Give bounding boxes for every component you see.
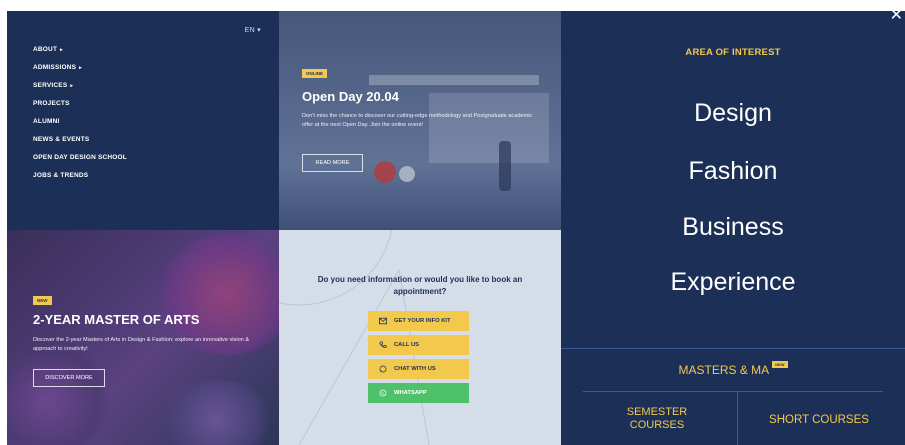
new-badge: NEW: [33, 296, 52, 305]
nav-item-open-day[interactable]: OPEN DAY DESIGN SCHOOL: [33, 149, 127, 167]
read-more-button[interactable]: READ MORE: [302, 154, 363, 172]
online-badge: ONLINE: [302, 69, 328, 78]
language-selector[interactable]: EN ▾: [245, 26, 261, 34]
background-decor: [7, 340, 107, 445]
chat-with-us-button[interactable]: CHAT WITH US: [368, 359, 469, 379]
contact-panel: Do you need information or would you lik…: [279, 230, 561, 445]
discover-more-button[interactable]: DISCOVER MORE: [33, 369, 105, 387]
background-decor: [157, 380, 277, 445]
short-courses-link[interactable]: SHORT COURSES: [757, 414, 881, 426]
chevron-right-icon: ▸: [70, 83, 74, 89]
get-info-kit-button[interactable]: GET YOUR INFO KIT: [368, 311, 469, 331]
open-day-title: Open Day 20.04: [302, 89, 399, 104]
area-link-business[interactable]: Business: [561, 213, 905, 242]
mail-icon: [379, 317, 387, 325]
call-us-button[interactable]: CALL US: [368, 335, 469, 355]
phone-icon: [379, 341, 387, 348]
divider: [561, 348, 905, 349]
open-day-card[interactable]: ONLINE Open Day 20.04 Don't miss the cha…: [279, 11, 561, 230]
area-of-interest-panel: ✕ AREA OF INTEREST Design Fashion Busine…: [561, 8, 905, 445]
nav-item-alumni[interactable]: ALUMNI: [33, 113, 127, 131]
nav-item-projects[interactable]: PROJECTS: [33, 95, 127, 113]
close-icon[interactable]: ✕: [890, 8, 903, 24]
masters-link[interactable]: MASTERS & MA NEW: [561, 361, 905, 377]
background-figure: [499, 141, 511, 191]
chevron-down-icon: ▾: [257, 27, 261, 34]
nav-item-admissions[interactable]: ADMISSIONS ▸: [33, 59, 127, 77]
nav-item-jobs-trends[interactable]: JOBS & TRENDS: [33, 167, 127, 185]
divider: [737, 392, 738, 445]
open-day-description: Don't miss the chance to discover our cu…: [302, 113, 533, 128]
background-decor: [399, 166, 415, 182]
background-shelf: [369, 75, 539, 85]
divider: [583, 391, 883, 392]
area-link-experience[interactable]: Experience: [561, 268, 905, 297]
chevron-right-icon: ▸: [60, 47, 63, 53]
area-link-design[interactable]: Design: [561, 99, 905, 128]
master-title: 2-YEAR MASTER OF ARTS: [33, 312, 200, 327]
chat-icon: [379, 365, 387, 373]
area-of-interest-heading: AREA OF INTEREST: [685, 47, 781, 58]
whatsapp-button[interactable]: WHATSAPP: [368, 383, 469, 403]
nav-item-news-events[interactable]: NEWS & EVENTS: [33, 131, 127, 149]
area-link-fashion[interactable]: Fashion: [561, 157, 905, 186]
nav-item-services[interactable]: SERVICES ▸: [33, 77, 127, 95]
whatsapp-icon: [379, 389, 387, 397]
new-badge: NEW: [772, 361, 788, 368]
contact-question: Do you need information or would you lik…: [317, 275, 523, 296]
master-of-arts-card[interactable]: NEW 2-YEAR MASTER OF ARTS Discover the 2…: [7, 230, 279, 445]
nav-menu: ABOUT ▸ ADMISSIONS ▸ SERVICES ▸ PROJECTS AL…: [33, 41, 127, 185]
main-nav-panel: EN ▾ ABOUT ▸ ADMISSIONS ▸ SERVICES ▸ PROJEC…: [7, 11, 279, 230]
background-decor: [374, 161, 396, 183]
nav-item-about[interactable]: ABOUT ▸: [33, 41, 127, 59]
chevron-right-icon: ▸: [79, 65, 82, 71]
semester-courses-link[interactable]: SEMESTER COURSES: [609, 406, 705, 432]
master-description: Discover the 2-year Masters of Arts in D…: [33, 337, 250, 352]
